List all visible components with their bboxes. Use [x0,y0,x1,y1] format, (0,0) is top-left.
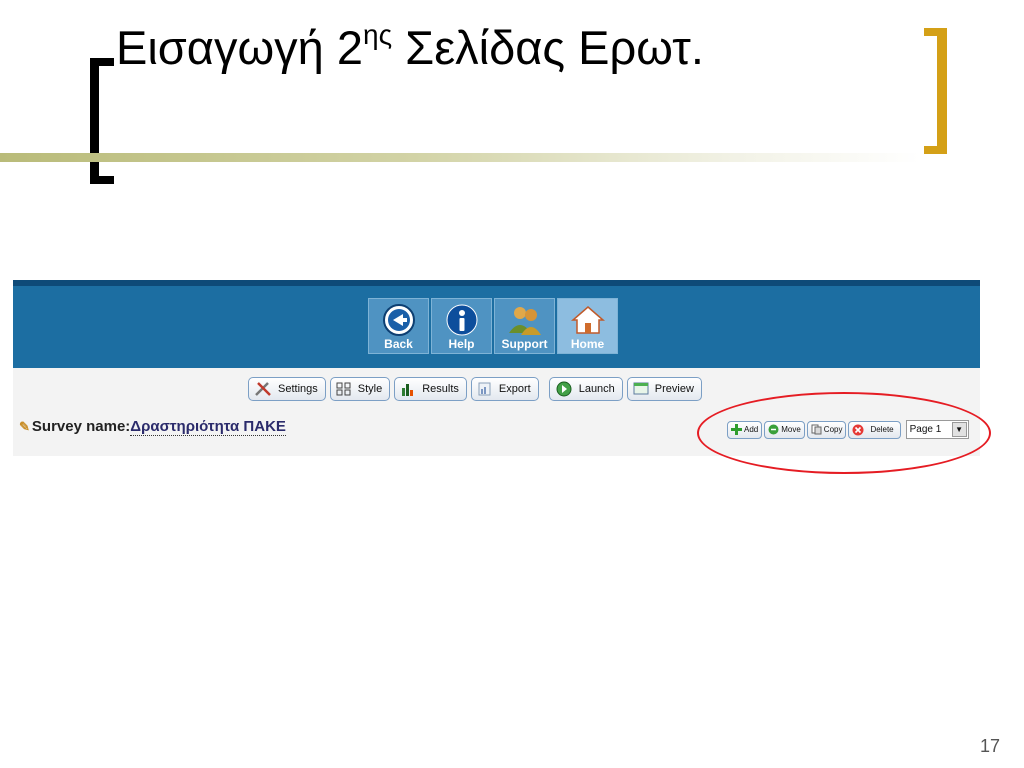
survey-name-value[interactable]: Δραστηριότητα ΠΑΚΕ [130,418,286,436]
preview-button[interactable]: Preview [626,377,702,401]
document-chart-icon [478,382,491,396]
info-icon [446,304,478,336]
slide-number: 17 [979,736,1000,756]
title-underline-bar [0,153,920,162]
settings-label: Settings [278,383,318,395]
house-icon [570,306,606,334]
right-bracket [937,28,947,154]
results-label: Results [422,383,459,395]
support-button[interactable]: Support [494,298,555,354]
launch-button[interactable]: Launch [548,377,623,401]
slide-title-main: Εισαγωγή 2 [116,21,364,74]
slide-title-tail: Σελίδας Ερωτ. [392,21,704,74]
support-label: Support [501,337,548,351]
pencil-icon: ✎ [19,419,30,434]
launch-label: Launch [578,383,615,395]
slide-title: Εισαγωγή 2ης Σελίδας Ερωτ. [116,16,704,80]
bar-chart-icon [402,384,414,396]
left-bracket [90,58,99,184]
export-button[interactable]: Export [470,377,539,401]
survey-name-line: ✎ Survey name:Δραστηριότητα ΠΑΚΕ [19,418,286,436]
launch-icon [556,381,572,397]
left-bracket-bottom [90,176,114,184]
help-label: Help [448,337,475,351]
settings-button[interactable]: Settings [248,377,326,401]
back-arrow-icon [383,304,415,336]
left-bracket-top [90,58,114,66]
slide-title-superscript: ης [363,19,393,50]
preview-label: Preview [654,383,694,395]
main-navigation: Back Help Support Home [368,298,618,354]
tools-icon [255,382,271,396]
right-bracket-bottom [924,146,947,154]
right-bracket-top [924,28,947,36]
window-preview-icon [633,382,649,395]
results-button[interactable]: Results [394,377,467,401]
back-button[interactable]: Back [368,298,429,354]
people-icon [509,307,541,335]
highlight-ellipse [697,392,991,474]
survey-toolbar: Settings Style Results Export Launch Pre… [248,377,702,401]
grid-icon [336,382,351,396]
header-band: Back Help Support Home [13,280,980,368]
style-button[interactable]: Style [329,377,391,401]
home-label: Home [570,337,605,351]
export-label: Export [498,383,531,395]
help-button[interactable]: Help [431,298,492,354]
home-button[interactable]: Home [557,298,618,354]
back-label: Back [384,337,413,351]
survey-name-label: Survey name: [31,418,131,435]
style-label: Style [357,383,383,395]
